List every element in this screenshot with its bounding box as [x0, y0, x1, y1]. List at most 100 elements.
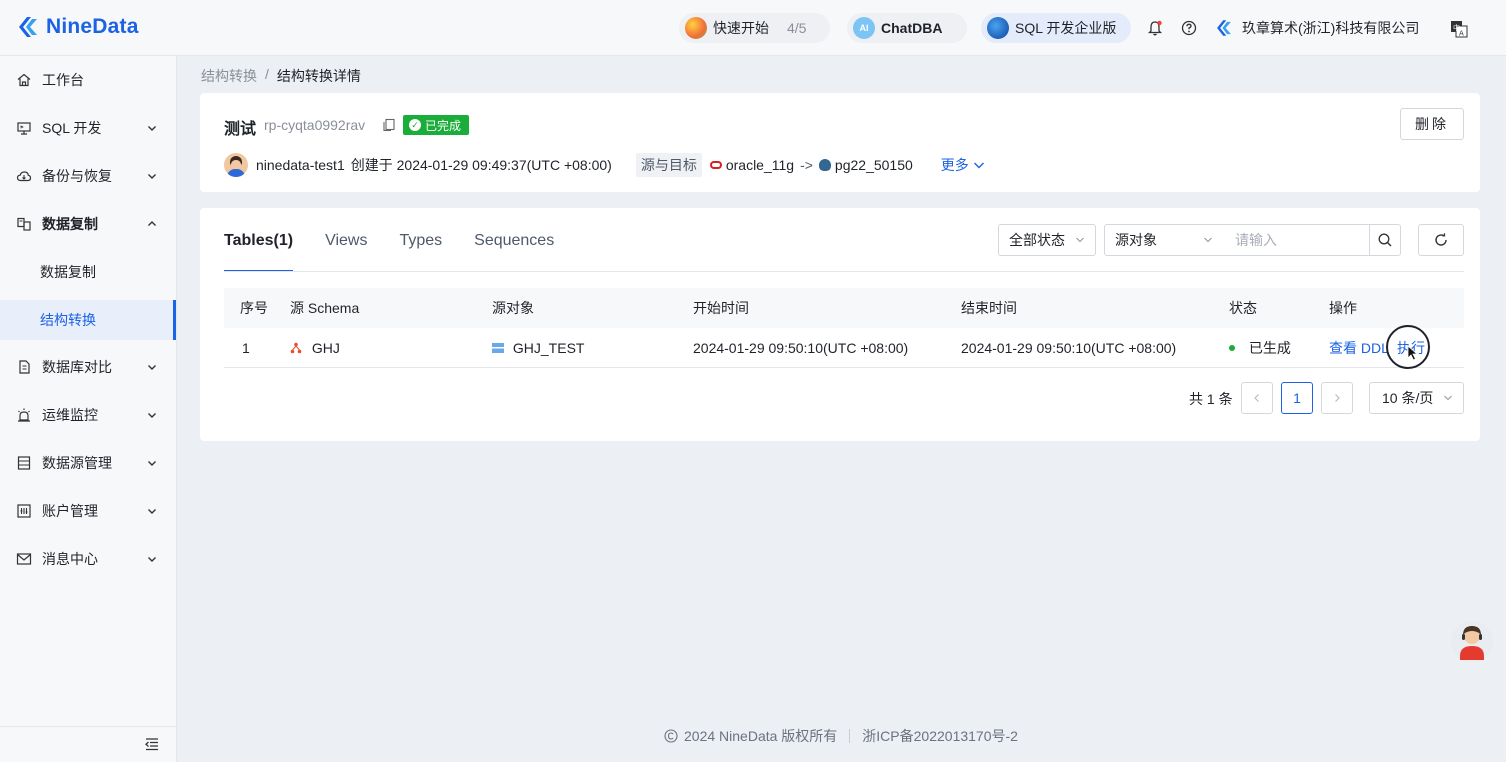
sidebar-item-replication[interactable]: 数据复制: [0, 200, 176, 248]
page-size-select[interactable]: 10 条/页: [1369, 382, 1464, 414]
support-assistant-icon[interactable]: [1450, 620, 1494, 668]
sidebar-item-db-compare[interactable]: 数据库对比: [0, 343, 176, 391]
monitor-icon: [17, 122, 31, 135]
more-label: 更多: [940, 157, 969, 173]
column-header: 源 Schema: [290, 300, 360, 316]
schema-icon: [290, 342, 302, 353]
company-logo-icon: [1217, 20, 1231, 36]
task-header-card: 测试 rp-cyqta0992rav ✓ 已完成 删除 ninedata-tes…: [200, 93, 1480, 192]
refresh-button[interactable]: [1418, 224, 1464, 256]
sql-edition-label: SQL 开发企业版: [1015, 20, 1117, 36]
ninedata-logo[interactable]: NineData: [16, 14, 139, 40]
chevron-down-icon: [148, 461, 156, 466]
tab-sequences[interactable]: Sequences: [474, 232, 554, 272]
tab-tables[interactable]: Tables(1): [224, 232, 294, 272]
sidebar-subitem-data-replication[interactable]: 数据复制: [0, 252, 176, 292]
search-input[interactable]: 请输入: [1223, 224, 1370, 256]
more-button[interactable]: 更多: [941, 155, 985, 175]
sidebar-subitem-structure-conversion[interactable]: 结构转换: [0, 300, 176, 340]
oracle-icon: [709, 161, 722, 169]
row-start-time: 2024-01-29 09:50:10(UTC +08:00): [693, 339, 909, 356]
status-text: 已生成: [1248, 339, 1291, 356]
prev-page-button[interactable]: [1241, 382, 1273, 414]
replication-icon: [17, 217, 31, 231]
app-name: NineData: [46, 15, 139, 38]
sidebar-item-label: SQL 开发: [42, 120, 102, 136]
sidebar-item-backup[interactable]: 备份与恢复: [0, 152, 176, 200]
source-db[interactable]: oracle_11g: [709, 157, 794, 173]
status-filter-value: 全部状态: [1009, 232, 1065, 248]
table-row: 1 GHJ GHJ_TEST 2024-01-29 09:50:10(UTC +…: [224, 328, 1464, 368]
search-icon: [1378, 233, 1392, 247]
object-tabs: Tables(1) Views Types Sequences: [224, 232, 554, 272]
sql-edition-button[interactable]: SQL 开发企业版: [981, 13, 1131, 43]
chevron-down-icon: [148, 126, 156, 131]
target-db[interactable]: pg22_50150: [818, 157, 913, 173]
sidebar-item-account[interactable]: 账户管理: [0, 487, 176, 535]
check-circle-icon: ✓: [409, 119, 421, 131]
sidebar-item-label: 消息中心: [42, 551, 98, 567]
quick-start-count: 4/5: [787, 20, 807, 36]
bell-icon[interactable]: [1146, 19, 1164, 37]
sidebar-item-label: 备份与恢复: [42, 168, 112, 184]
breadcrumb-separator: /: [265, 66, 269, 82]
column-header: 开始时间: [693, 300, 749, 316]
object-filter-select[interactable]: 源对象: [1104, 224, 1224, 256]
arrow-right-icon: ->: [800, 157, 813, 173]
avatar: [224, 153, 248, 177]
status-filter-select[interactable]: 全部状态: [998, 224, 1096, 256]
sidebar-item-messages[interactable]: 消息中心: [0, 535, 176, 583]
status-dot: [1229, 344, 1235, 351]
column-header: 结束时间: [961, 300, 1017, 316]
sidebar: 工作台 SQL 开发 备份与恢复 数据复制 数据复制 结构转换 数据库对比 运维…: [0, 56, 177, 762]
sidebar-item-workbench[interactable]: 工作台: [0, 56, 176, 104]
sidebar-item-label: 数据复制: [40, 264, 96, 280]
icp-link[interactable]: 浙ICP备2022013170号-2: [862, 726, 1018, 746]
copy-icon[interactable]: [382, 118, 396, 132]
objects-table: 序号 源 Schema 源对象 开始时间 结束时间 状态 操作 1 GHJ GH…: [224, 288, 1464, 368]
company-switcher[interactable]: 玖章算术(浙江)科技有限公司: [1214, 18, 1419, 38]
datasource-icon: [17, 456, 31, 470]
page-footer: 2024 NineData 版权所有 浙ICP备2022013170号-2: [664, 726, 1018, 746]
view-ddl-link[interactable]: 查看 DDL: [1329, 338, 1389, 358]
sidebar-item-label: 工作台: [42, 72, 84, 88]
column-header: 状态: [1229, 300, 1257, 316]
ai-icon: AI: [853, 17, 875, 39]
chevron-down-icon: [1204, 237, 1212, 243]
row-end-time: 2024-01-29 09:50:10(UTC +08:00): [961, 339, 1177, 356]
chatdba-button[interactable]: AI ChatDBA: [847, 13, 967, 43]
chevron-down-icon: [148, 365, 156, 370]
source-target-tag: 源与目标: [635, 153, 702, 177]
language-icon[interactable]: 中 A: [1450, 20, 1468, 38]
home-icon: [17, 73, 31, 87]
refresh-icon: [1435, 233, 1447, 246]
search-button[interactable]: [1369, 224, 1401, 256]
sidebar-item-ops-monitor[interactable]: 运维监控: [0, 391, 176, 439]
sidebar-item-label: 运维监控: [42, 407, 98, 423]
tab-types[interactable]: Types: [399, 232, 442, 272]
top-bar: NineData 快速开始 4/5 AI ChatDBA SQL 开发企业版 玖…: [0, 0, 1506, 56]
column-header: 操作: [1329, 300, 1357, 316]
chevron-down-icon: [148, 557, 156, 562]
pagination-total: 共 1 条: [1189, 391, 1233, 407]
breadcrumb-parent[interactable]: 结构转换: [201, 66, 257, 86]
help-icon[interactable]: [1180, 19, 1198, 37]
next-page-button[interactable]: [1321, 382, 1353, 414]
object-name: GHJ_TEST: [512, 339, 585, 356]
sidebar-item-label: 数据源管理: [42, 455, 112, 471]
tab-views[interactable]: Views: [325, 232, 367, 272]
delete-button[interactable]: 删除: [1400, 108, 1464, 140]
chevron-up-icon: [148, 221, 156, 226]
sidebar-item-label: 数据库对比: [42, 359, 112, 375]
company-name: 玖章算术(浙江)科技有限公司: [1242, 20, 1420, 36]
compare-icon: [19, 360, 30, 374]
copyright-text: 2024 NineData 版权所有: [684, 728, 838, 744]
collapse-sidebar-icon[interactable]: [144, 736, 160, 752]
sidebar-item-datasource[interactable]: 数据源管理: [0, 439, 176, 487]
page-number-button[interactable]: 1: [1281, 382, 1313, 414]
quick-start-button[interactable]: 快速开始 4/5: [679, 13, 830, 43]
sidebar-item-sql-dev[interactable]: SQL 开发: [0, 104, 176, 152]
target-db-name: pg22_50150: [834, 157, 913, 173]
account-icon: [17, 504, 31, 518]
chevron-down-icon: [1444, 395, 1452, 401]
